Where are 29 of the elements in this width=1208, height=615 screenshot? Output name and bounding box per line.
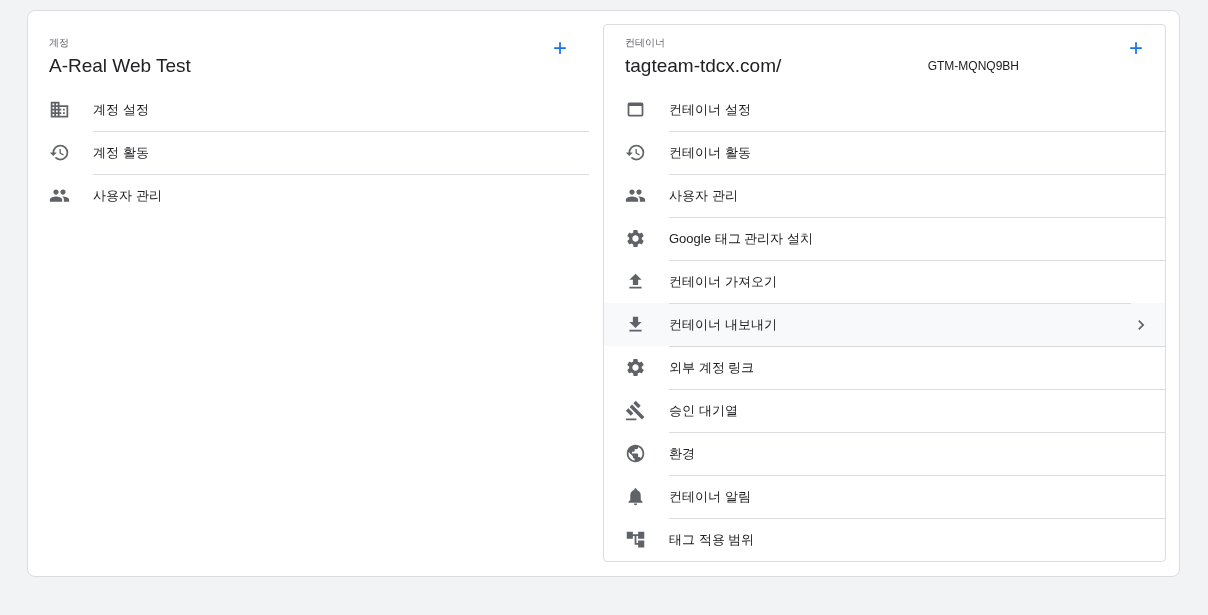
menu-item[interactable]: Google 태그 관리자 설치 (669, 217, 1165, 260)
menu-item[interactable]: 사용자 관리 (93, 174, 589, 217)
menu-item[interactable]: 컨테이너 활동 (669, 131, 1165, 174)
menu-item[interactable]: 컨테이너 내보내기 (669, 303, 1131, 346)
gavel-icon (625, 400, 646, 421)
settings-icon (625, 357, 646, 378)
menu-item[interactable]: 태그 적용 범위 (669, 518, 1165, 561)
section-label: 컨테이너 (625, 36, 666, 50)
menu-item[interactable]: 환경 (669, 432, 1165, 475)
globe-icon (625, 443, 646, 464)
menu-item[interactable]: 사용자 관리 (669, 174, 1165, 217)
section-title: tagteam-tdcx.com/ (625, 55, 782, 77)
history-icon (625, 142, 646, 163)
building-icon (49, 99, 70, 120)
section-label: 계정 (49, 36, 70, 50)
menu-item[interactable]: 컨테이너 알림 (669, 475, 1165, 518)
menu-item[interactable]: 계정 활동 (93, 131, 589, 174)
container-id: GTM-MQNQ9BH (927, 59, 1019, 73)
settings-icon (625, 228, 646, 249)
history-icon (49, 142, 70, 163)
menu-item[interactable]: 승인 대기열 (669, 389, 1165, 432)
menu-item[interactable]: 컨테이너 가져오기 (669, 260, 1165, 303)
section-title: A-Real Web Test (49, 55, 191, 77)
hierarchy-icon (625, 529, 646, 550)
menu-item[interactable]: 외부 계정 링크 (669, 346, 1165, 389)
menu-item[interactable]: 컨테이너 설정 (669, 88, 1165, 131)
menu-item[interactable]: 계정 설정 (93, 88, 589, 131)
add-button[interactable]: + (1125, 36, 1147, 60)
add-button[interactable]: + (549, 36, 571, 60)
